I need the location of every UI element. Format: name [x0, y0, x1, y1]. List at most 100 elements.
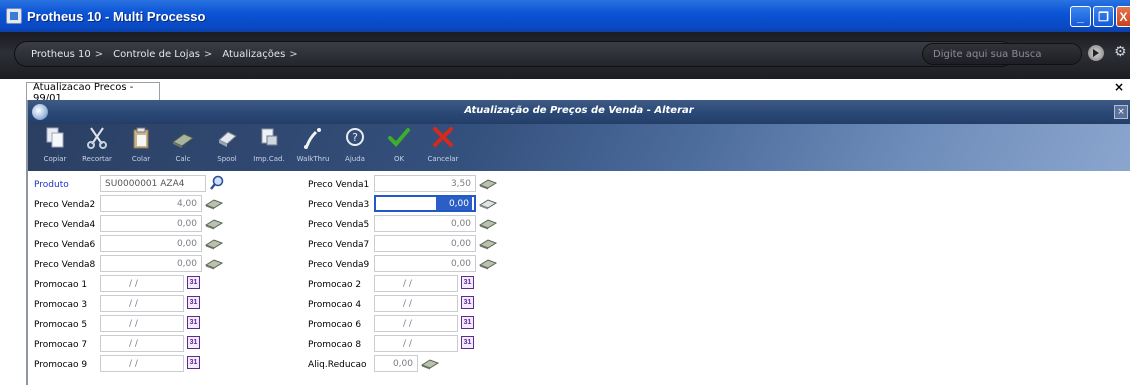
produto-field[interactable]: SU0000001 AZA4: [100, 175, 206, 192]
preco-venda1-label: Preco Venda1: [308, 180, 370, 190]
calendar-icon[interactable]: 31: [187, 316, 200, 329]
promocao7-field[interactable]: / /: [100, 335, 184, 352]
calculator-icon[interactable]: [479, 218, 497, 230]
spool-label: Spool: [217, 155, 237, 163]
close-button[interactable]: X: [1116, 6, 1130, 27]
calculator-icon: [172, 133, 194, 148]
breadcrumb-item-controle-de-lojas[interactable]: Controle de Lojas: [113, 49, 200, 60]
breadcrumb-item-protheus[interactable]: Protheus 10: [31, 49, 91, 60]
preco-venda8-field[interactable]: 0,00: [100, 255, 202, 272]
copy-button[interactable]: Copiar: [34, 126, 76, 170]
price-form: Produto SU0000001 AZA4 Preco Venda1 3,50…: [28, 172, 1130, 385]
promocao8-label: Promocao 8: [308, 340, 362, 350]
help-icon: ?: [346, 128, 364, 146]
svg-text:?: ?: [352, 131, 358, 144]
restore-button[interactable]: ❐: [1093, 6, 1114, 27]
ok-label: OK: [393, 155, 405, 163]
app-title: Protheus 10 - Multi Processo: [27, 8, 206, 24]
calculator-icon[interactable]: [479, 198, 497, 210]
copy-label: Copiar: [43, 155, 67, 163]
nav-bar: Protheus 10 > Controle de Lojas > Atuali…: [0, 32, 1130, 79]
breadcrumb-item-atualizacoes[interactable]: Atualizações: [222, 49, 285, 60]
cancel-button[interactable]: Cancelar: [422, 126, 464, 170]
calculator-icon[interactable]: [205, 218, 223, 230]
preco-venda2-field[interactable]: 4,00: [100, 195, 202, 212]
paste-button[interactable]: Colar: [120, 126, 162, 170]
promocao2-label: Promocao 2: [308, 280, 362, 290]
search-input[interactable]: Digite aqui sua Busca: [922, 43, 1082, 65]
cancel-label: Cancelar: [427, 155, 459, 163]
calculator-icon[interactable]: [205, 198, 223, 210]
calendar-icon[interactable]: 31: [187, 356, 200, 369]
promocao5-label: Promocao 5: [34, 320, 88, 330]
tab-atualizacao-precos[interactable]: Atualizacao Precos - 99/01: [26, 82, 160, 104]
preco-venda6-field[interactable]: 0,00: [100, 235, 202, 252]
form-window-title: Atualização de Preços de Venda - Alterar: [464, 105, 694, 116]
preco-venda8-label: Preco Venda8: [34, 260, 96, 270]
calculator-icon[interactable]: [205, 258, 223, 270]
promocao5-field[interactable]: / /: [100, 315, 184, 332]
promocao4-field[interactable]: / /: [374, 295, 458, 312]
window-controls: _ ❐ X: [1070, 6, 1130, 27]
calendar-icon[interactable]: 31: [461, 276, 474, 289]
preco-venda3-field[interactable]: 0,00: [374, 195, 476, 212]
calendar-icon[interactable]: 31: [187, 276, 200, 289]
preco-venda3-value: 0,00: [436, 197, 472, 210]
calculator-icon[interactable]: [479, 238, 497, 250]
promocao1-field[interactable]: / /: [100, 275, 184, 292]
calendar-icon[interactable]: 31: [461, 336, 474, 349]
help-button[interactable]: ? Ajuda: [334, 126, 376, 170]
app-titlebar: Protheus 10 - Multi Processo _ ❐ X: [0, 0, 1130, 32]
calendar-icon[interactable]: 31: [187, 336, 200, 349]
calendar-icon[interactable]: 31: [461, 316, 474, 329]
walkthru-button[interactable]: WalkThru: [292, 126, 334, 170]
form-window-header: Atualização de Preços de Venda - Alterar…: [28, 100, 1130, 124]
search-icon[interactable]: [209, 175, 225, 191]
app-icon: [6, 8, 22, 24]
cancel-icon: [433, 127, 453, 147]
promocao4-label: Promocao 4: [308, 300, 362, 310]
cut-button[interactable]: Recortar: [76, 126, 118, 170]
preco-venda1-field[interactable]: 3,50: [374, 175, 476, 192]
preco-venda5-field[interactable]: 0,00: [374, 215, 476, 232]
preco-venda9-label: Preco Venda9: [308, 260, 370, 270]
aliq-reducao-field[interactable]: 0,00: [374, 355, 418, 372]
minimize-button[interactable]: _: [1070, 6, 1091, 27]
preco-venda4-field[interactable]: 0,00: [100, 215, 202, 232]
promocao6-field[interactable]: / /: [374, 315, 458, 332]
check-icon: [388, 128, 410, 147]
breadcrumb: Protheus 10 > Controle de Lojas > Atuali…: [14, 41, 1014, 67]
breadcrumb-separator: >: [289, 48, 298, 60]
spool-button[interactable]: Spool: [206, 126, 248, 170]
spool-icon: [218, 131, 237, 147]
tools-icon[interactable]: ⚙: [1114, 44, 1130, 62]
calendar-icon[interactable]: 31: [187, 296, 200, 309]
calculator-icon[interactable]: [479, 258, 497, 270]
produto-label[interactable]: Produto: [34, 180, 69, 190]
form-close-icon[interactable]: ×: [1114, 105, 1128, 119]
promocao3-label: Promocao 3: [34, 300, 88, 310]
search-go-icon[interactable]: [1088, 45, 1104, 61]
promocao7-label: Promocao 7: [34, 340, 88, 350]
tab-close-icon[interactable]: ×: [1114, 80, 1124, 94]
print-label: Imp.Cad.: [253, 155, 285, 163]
preco-venda7-field[interactable]: 0,00: [374, 235, 476, 252]
preco-venda2-label: Preco Venda2: [34, 200, 96, 210]
calc-button[interactable]: Calc: [162, 126, 204, 170]
print-icon: [261, 128, 278, 146]
scissors-icon: [87, 127, 107, 149]
ok-button[interactable]: OK: [378, 126, 420, 170]
calculator-icon[interactable]: [205, 238, 223, 250]
preco-venda9-field[interactable]: 0,00: [374, 255, 476, 272]
promocao2-field[interactable]: / /: [374, 275, 458, 292]
promocao8-field[interactable]: / /: [374, 335, 458, 352]
cut-label: Recortar: [82, 155, 112, 163]
breadcrumb-separator: >: [203, 48, 213, 60]
aliq-reducao-label: Aliq.Reducao: [308, 360, 367, 370]
calculator-icon[interactable]: [479, 178, 497, 190]
print-button[interactable]: Imp.Cad.: [248, 126, 290, 170]
calculator-icon[interactable]: [421, 358, 439, 370]
calendar-icon[interactable]: 31: [461, 296, 474, 309]
promocao9-field[interactable]: / /: [100, 355, 184, 372]
promocao3-field[interactable]: / /: [100, 295, 184, 312]
